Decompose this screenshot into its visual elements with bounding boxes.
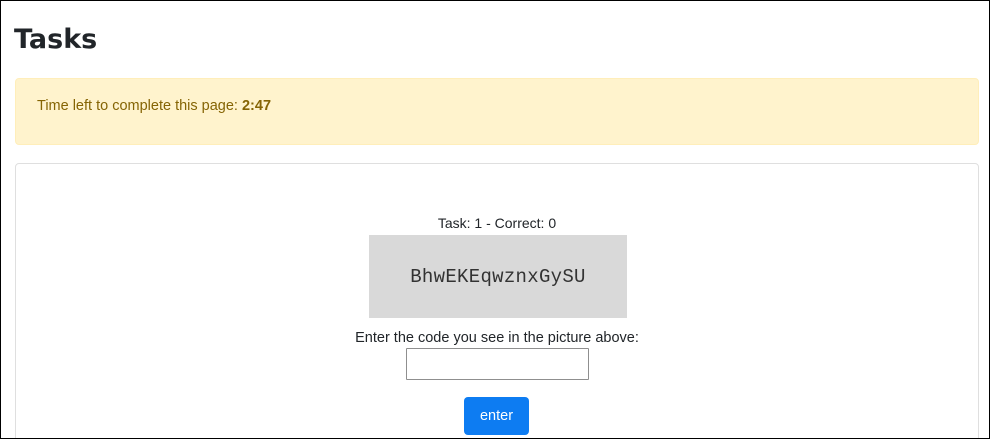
captcha-image: BhwEKEqwznxGySU (369, 235, 627, 318)
enter-button[interactable]: enter (464, 397, 529, 435)
code-instruction: Enter the code you see in the picture ab… (355, 330, 639, 346)
page-frame: Tasks Time left to complete this page: 2… (0, 0, 990, 439)
timer-value: 2:47 (241, 98, 272, 114)
captcha-code: BhwEKEqwznxGySU (410, 266, 586, 288)
timer-label: Time left to complete this page: (37, 98, 238, 114)
task-card: Task: 1 - Correct: 0 BhwEKEqwznxGySU Ent… (15, 163, 979, 438)
timer-alert: Time left to complete this page: 2:47 (15, 78, 979, 145)
page-title: Tasks (14, 24, 98, 55)
timer-text: Time left to complete this page: 2:47 (37, 96, 271, 116)
task-progress: Task: 1 - Correct: 0 (437, 215, 557, 231)
code-input[interactable] (406, 348, 589, 380)
